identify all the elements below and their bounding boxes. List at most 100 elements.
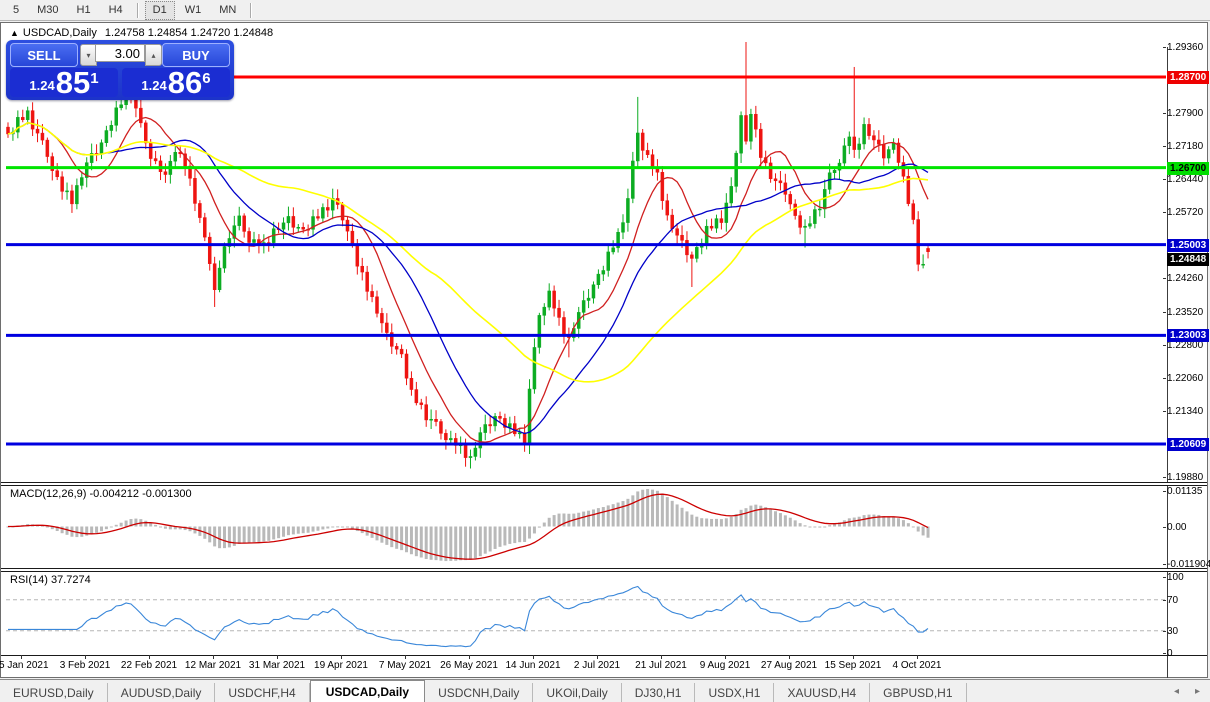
chart-title: ▲ USDCAD,Daily 1.24758 1.24854 1.24720 1.2… (10, 27, 273, 39)
tab-gbpusd-h1[interactable]: GBPUSD,H1 (870, 683, 967, 702)
buy-price-pip: 6 (202, 70, 211, 87)
timeframe-button-h1[interactable]: H1 (69, 1, 99, 20)
timeframe-button-w1[interactable]: W1 (177, 1, 210, 20)
price-badge-black: 1.24848 (1167, 253, 1209, 266)
date-label: 22 Feb 2021 (120, 660, 178, 671)
sell-button[interactable]: SELL (10, 43, 78, 67)
buy-button[interactable]: BUY (162, 43, 230, 67)
timeframe-button-mn[interactable]: MN (211, 1, 244, 20)
price-tick-label: 1.27180 (1163, 141, 1209, 152)
rsi-label: RSI(14) 37.7274 (10, 574, 91, 586)
buy-price-main: 86 (167, 65, 203, 100)
arrow-up-icon: ▲ (10, 28, 19, 38)
date-tick (405, 655, 406, 659)
price-badge-red: 1.28700 (1167, 71, 1209, 84)
price-tick-label: 1.22060 (1163, 373, 1209, 384)
date-label: 27 Aug 2021 (760, 660, 818, 671)
rsi-tick-label: 70 (1163, 595, 1209, 606)
date-tick (789, 655, 790, 659)
tab-audusd-daily[interactable]: AUDUSD,Daily (108, 683, 216, 702)
date-tick (661, 655, 662, 659)
tab-usdchf-h4[interactable]: USDCHF,H4 (215, 683, 310, 702)
date-label: 7 May 2021 (378, 660, 432, 671)
date-tick (853, 655, 854, 659)
sell-price-display[interactable]: 1.24 85 1 (10, 65, 118, 100)
buy-price-prefix: 1.24 (141, 78, 167, 93)
chart-ohlc-values: 1.24758 1.24854 1.24720 1.24848 (104, 27, 274, 39)
date-label: 3 Feb 2021 (59, 660, 111, 671)
date-tick (725, 655, 726, 659)
date-label: 15 Sep 2021 (824, 660, 882, 671)
rsi-tick-label: 30 (1163, 626, 1209, 637)
volume-increase-button[interactable]: ▴ (145, 44, 162, 66)
sell-price-prefix: 1.24 (29, 78, 55, 93)
chevron-down-icon: ▾ (86, 50, 91, 60)
rsi-tick-label: 100 (1163, 572, 1209, 583)
date-label: 9 Aug 2021 (699, 660, 751, 671)
timeframe-button-m30[interactable]: M30 (29, 1, 66, 20)
date-tick (213, 655, 214, 659)
rsi-pane[interactable] (6, 571, 1166, 655)
date-label: 4 Oct 2021 (892, 660, 942, 671)
timeframe-button-h4[interactable]: H4 (101, 1, 131, 20)
date-axis-separator (1, 655, 1207, 656)
date-label: 31 Mar 2021 (248, 660, 306, 671)
tab-scroll-left-icon[interactable]: ◂ (1174, 686, 1179, 697)
tab-scroll-right-icon[interactable]: ▸ (1195, 686, 1200, 697)
price-tick-label: 1.26440 (1163, 174, 1209, 185)
date-tick (533, 655, 534, 659)
price-tick-label: 1.25720 (1163, 207, 1209, 218)
date-tick (85, 655, 86, 659)
toolbar-separator (136, 2, 139, 18)
date-label: 19 Apr 2021 (314, 660, 368, 671)
sell-price-main: 85 (55, 65, 91, 100)
timeframe-button-d1[interactable]: D1 (144, 0, 175, 20)
chart-symbol: USDCAD,Daily (22, 27, 97, 39)
price-badge-blue: 1.25003 (1167, 239, 1209, 252)
toolbar-separator (250, 2, 253, 18)
timeframe-toolbar: 5 M30 H1 H4 D1 W1 MN (0, 0, 1210, 21)
tab-dj30-h1[interactable]: DJ30,H1 (622, 683, 696, 702)
tab-usdcnh-daily[interactable]: USDCNH,Daily (425, 683, 534, 702)
price-tick-label: 1.29360 (1163, 42, 1209, 53)
price-badge-blue: 1.23003 (1167, 329, 1209, 342)
mt4-terminal: 5 M30 H1 H4 D1 W1 MN ▲ USDCAD,Daily 1.24758 1.24… (0, 0, 1210, 702)
price-tick-label: 1.24260 (1163, 273, 1209, 284)
macd-tick-label: 0.00 (1163, 522, 1209, 533)
sell-price-pip: 1 (90, 70, 99, 87)
tab-ukoil-daily[interactable]: UKOil,Daily (533, 683, 622, 702)
price-tick-label: 1.27900 (1163, 108, 1209, 119)
macd-tick-label: 0.01135 (1163, 486, 1209, 497)
date-label: 21 Jul 2021 (635, 660, 687, 671)
timeframe-button-5[interactable]: 5 (5, 1, 27, 20)
one-click-trade-panel: SELL ▾ ▴ BUY 1.24851 1.24866 (6, 40, 234, 100)
tab-usdx-h1[interactable]: USDX,H1 (695, 683, 775, 702)
macd-label: MACD(12,26,9) -0.004212 -0.001300 (10, 488, 192, 500)
price-tick-label: 1.23520 (1163, 307, 1209, 318)
macd-splitter[interactable] (1, 482, 1207, 486)
macd-tick-label: -0.011904 (1163, 559, 1210, 570)
buy-price-display[interactable]: 1.24 86 6 (122, 65, 230, 100)
rsi-tick-label: 0 (1163, 648, 1209, 659)
date-label: 12 Mar 2021 (184, 660, 242, 671)
date-label: 2 Jul 2021 (573, 660, 621, 671)
rsi-splitter[interactable] (1, 568, 1207, 572)
date-tick (341, 655, 342, 659)
price-badge-blue: 1.20609 (1167, 438, 1209, 451)
tab-eurusd-daily[interactable]: EURUSD,Daily (0, 683, 108, 702)
tab-usdcad-daily[interactable]: USDCAD,Daily (309, 680, 426, 702)
price-tick-label: 1.21340 (1163, 406, 1209, 417)
chevron-up-icon: ▴ (151, 50, 156, 60)
date-label: 14 Jun 2021 (505, 660, 561, 671)
date-tick (277, 655, 278, 659)
volume-input[interactable] (95, 44, 145, 62)
price-tick-label: 1.19880 (1163, 472, 1209, 483)
date-tick (21, 655, 22, 659)
price-badge-green: 1.26700 (1167, 162, 1209, 175)
tab-xauusd-h4[interactable]: XAUUSD,H4 (774, 683, 871, 702)
date-tick (149, 655, 150, 659)
date-label: 15 Jan 2021 (0, 660, 49, 671)
date-label: 26 May 2021 (440, 660, 498, 671)
date-tick (597, 655, 598, 659)
chart-tab-bar: EURUSD,Daily AUDUSD,Daily USDCHF,H4 USDCAD,… (0, 679, 1210, 702)
